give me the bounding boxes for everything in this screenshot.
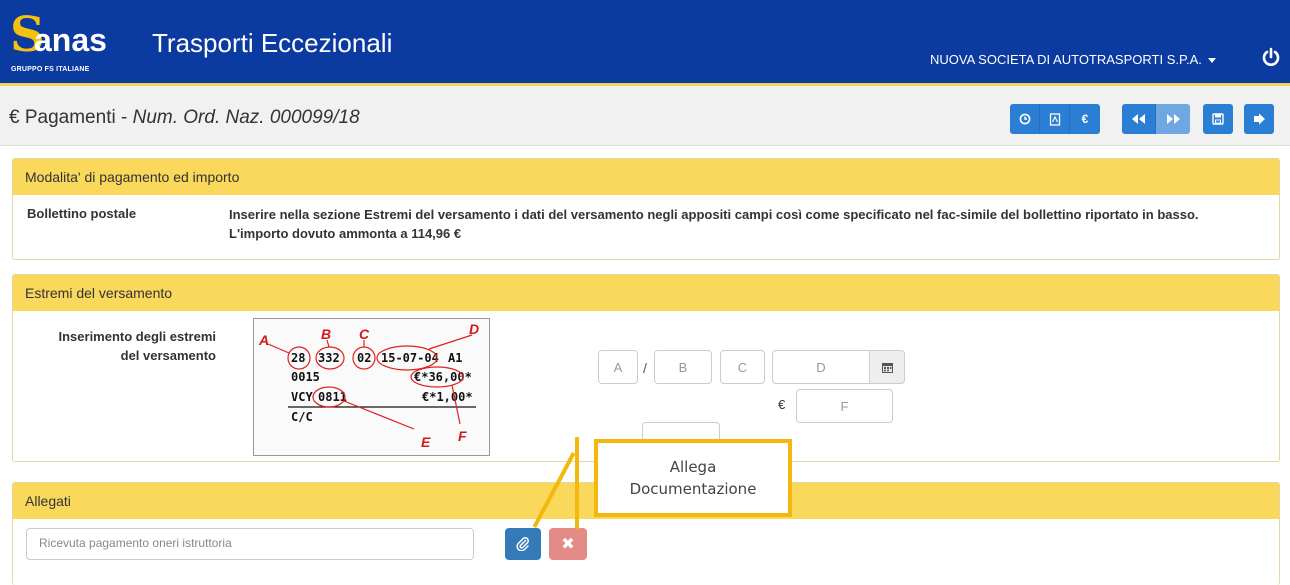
amount-due-line: L'importo dovuto ammonta a 114,96 € (229, 226, 462, 241)
order-number: Num. Ord. Naz. 000099/18 (132, 107, 360, 128)
estremi-label-line-2: del versamento (120, 348, 216, 363)
calendar-button[interactable] (869, 350, 905, 384)
top-navbar: S anas GRUPPO FS ITALIANE Trasporti Ecce… (0, 0, 1290, 83)
clock-icon (1019, 113, 1030, 125)
attachment-placeholder: Ricevuta pagamento oneri istruttoria (39, 536, 232, 550)
bollettino-sample-image: 28 332 02 15-07-04 A1 0015 €*36,00* VCY … (253, 318, 490, 456)
remove-attachment-button[interactable]: ✖ (549, 528, 587, 560)
pdf-button[interactable] (1040, 104, 1070, 134)
toolbar-exit-wrap (1244, 104, 1274, 134)
previous-button[interactable] (1122, 104, 1156, 134)
user-menu-dropdown[interactable]: NUOVA SOCIETA DI AUTOTRASPORTI S.P.A. (930, 52, 1216, 67)
euro-icon: € (1081, 112, 1089, 126)
field-f-amount-input[interactable]: F (796, 389, 893, 423)
field-b-input[interactable]: B (654, 350, 712, 384)
toolbar-group-nav (1122, 104, 1190, 134)
bollettino-row1-code: A1 (448, 351, 462, 365)
estremi-heading: Estremi del versamento (13, 275, 1279, 311)
bollettino-letter-e: E (421, 434, 431, 450)
close-icon: ✖ (561, 536, 575, 553)
bollettino-row1-c: 02 (357, 351, 371, 365)
callout-line-2: Documentazione (629, 480, 757, 498)
save-icon (1212, 113, 1224, 125)
bollettino-row1-a: 28 (291, 351, 305, 365)
bollettino-letter-a: A (258, 332, 269, 348)
toolbar-save-wrap (1203, 104, 1233, 134)
page-title-text: Pagamenti - (24, 107, 133, 128)
field-a-input[interactable]: A (598, 350, 638, 384)
bollettino-letter-d: D (469, 321, 479, 337)
next-button[interactable] (1156, 104, 1190, 134)
bollettino-row3-left: VCY (291, 390, 313, 404)
sign-out-icon (1253, 113, 1265, 125)
field-b-placeholder: B (678, 359, 688, 375)
user-name: NUOVA SOCIETA DI AUTOTRASPORTI S.P.A. (930, 52, 1202, 67)
logo-word: anas (34, 22, 107, 58)
bollettino-letter-b: B (321, 326, 331, 342)
toolbar-group-actions: € (1010, 104, 1100, 134)
app-title: Trasporti Eccezionali (152, 28, 393, 58)
page-title: € Pagamenti - Num. Ord. Naz. 000099/18 (9, 107, 360, 129)
field-c-input[interactable]: C (720, 350, 765, 384)
field-a-placeholder: A (613, 359, 623, 375)
backward-icon (1132, 114, 1145, 124)
callout-pointer-right (575, 437, 579, 529)
bollettino-row1-b: 332 (318, 351, 340, 365)
calendar-icon (881, 362, 893, 373)
payment-instructions: Inserire nella sezione Estremi del versa… (229, 205, 1277, 243)
field-d-placeholder: D (816, 359, 826, 375)
anas-logo[interactable]: S anas GRUPPO FS ITALIANE (10, 8, 120, 78)
modalita-heading: Modalita' di pagamento ed importo (13, 159, 1279, 195)
logo-subtitle: GRUPPO FS ITALIANE (11, 66, 90, 73)
field-c-placeholder: C (737, 359, 748, 375)
bollettino-row3-right: €*1,00* (422, 390, 473, 404)
bollettino-letter-c: C (359, 326, 370, 342)
bollettino-row2-left: 0015 (291, 370, 320, 384)
exit-button[interactable] (1244, 104, 1274, 134)
attachment-file-input[interactable]: Ricevuta pagamento oneri istruttoria (26, 528, 474, 560)
euro-icon: € (9, 107, 20, 128)
history-button[interactable] (1010, 104, 1040, 134)
field-d-date-input[interactable]: D (772, 350, 870, 384)
estremi-label-line-1: Inserimento degli estremi (58, 329, 217, 344)
pdf-icon (1049, 112, 1060, 126)
instructions-line-1: Inserire nella sezione Estremi del versa… (229, 207, 1199, 222)
forward-icon (1166, 114, 1180, 124)
estremi-label: Inserimento degli estremi del versamento (46, 327, 217, 365)
callout-line-1: Allega (669, 458, 717, 476)
field-f-placeholder: F (840, 398, 849, 414)
allega-documentazione-callout: Allega Documentazione (594, 439, 792, 517)
payment-method-label: Bollettino postale (27, 206, 137, 221)
bollettino-row4: C/C (291, 410, 313, 424)
bollettino-row1-d: 15-07-04 (381, 351, 439, 365)
caret-down-icon (1207, 58, 1216, 64)
save-button[interactable] (1203, 104, 1233, 134)
power-icon[interactable] (1260, 46, 1282, 68)
euro-label: € (778, 397, 786, 412)
attach-button[interactable] (505, 528, 541, 560)
field-separator: / (643, 360, 647, 376)
bollettino-letter-f: F (458, 428, 467, 444)
payment-button[interactable]: € (1070, 104, 1100, 134)
paperclip-icon (516, 537, 529, 551)
